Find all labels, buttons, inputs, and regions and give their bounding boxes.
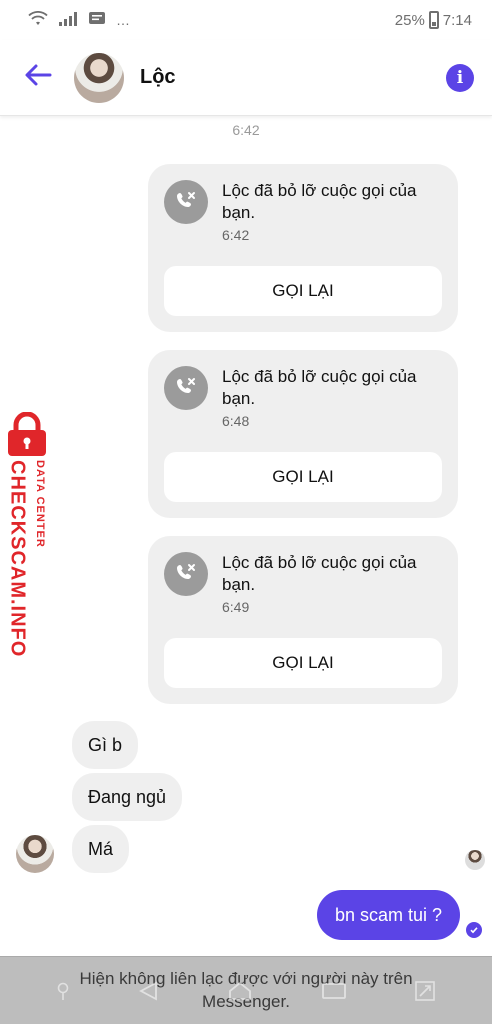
missed-call-icon bbox=[164, 552, 208, 596]
incoming-message[interactable]: Đang ngủ bbox=[72, 773, 183, 821]
watermark: CHECKSCAM.INFO DATA CENTER bbox=[2, 411, 54, 658]
missed-call-text: Lộc đã bỏ lỡ cuộc gọi của bạn. bbox=[222, 367, 417, 408]
info-button[interactable]: i bbox=[446, 63, 474, 92]
back-button[interactable] bbox=[18, 58, 58, 98]
signal-icon bbox=[58, 11, 78, 30]
watermark-sub-text: DATA CENTER bbox=[34, 460, 46, 548]
location-icon[interactable] bbox=[56, 981, 70, 1006]
info-icon: i bbox=[456, 67, 464, 88]
battery-icon bbox=[428, 11, 439, 29]
battery-percent: 25% bbox=[394, 11, 425, 29]
conversation-time: 6:42 bbox=[232, 122, 260, 138]
incoming-message[interactable]: Má bbox=[72, 825, 130, 873]
contact-name[interactable]: Lộc bbox=[140, 66, 446, 89]
more-icon: … bbox=[116, 12, 130, 28]
contact-avatar[interactable] bbox=[74, 52, 124, 103]
incoming-message[interactable]: Gì b bbox=[72, 721, 139, 769]
wifi-icon bbox=[28, 10, 48, 30]
missed-call-card: Lộc đã bỏ lỡ cuộc gọi của bạn. 6:48 GỌI … bbox=[148, 350, 458, 518]
call-back-button[interactable]: GỌI LẠI bbox=[164, 266, 442, 316]
seen-indicator-avatar bbox=[465, 850, 485, 870]
lock-icon bbox=[4, 411, 50, 458]
sender-avatar[interactable] bbox=[16, 835, 54, 873]
message-notification-icon bbox=[88, 11, 106, 30]
missed-call-icon bbox=[164, 366, 208, 410]
expand-icon[interactable] bbox=[414, 980, 436, 1007]
check-icon bbox=[466, 922, 482, 938]
call-back-button[interactable]: GỌI LẠI bbox=[164, 638, 442, 688]
missed-call-card: Lộc đã bỏ lỡ cuộc gọi của bạn. 6:42 GỌI … bbox=[148, 164, 458, 332]
status-icons-left: … bbox=[28, 10, 130, 30]
missed-call-time: 6:48 bbox=[222, 413, 250, 429]
watermark-main-text: CHECKSCAM.INFO bbox=[6, 460, 29, 658]
missed-call-icon bbox=[164, 180, 208, 224]
arrow-left-icon bbox=[24, 63, 52, 92]
outgoing-message[interactable]: bn scam tui ? bbox=[316, 890, 460, 940]
call-back-button[interactable]: GỌI LẠI bbox=[164, 452, 442, 502]
recents-icon[interactable] bbox=[321, 981, 347, 1006]
missed-call-text: Lộc đã bỏ lỡ cuộc gọi của bạn. bbox=[222, 181, 417, 222]
clock: 7:14 bbox=[442, 11, 472, 29]
missed-call-text: Lộc đã bỏ lỡ cuộc gọi của bạn. bbox=[222, 553, 417, 594]
conversation-header: Lộc i bbox=[0, 40, 492, 116]
back-triangle-icon[interactable] bbox=[137, 980, 159, 1007]
missed-call-time: 6:42 bbox=[222, 227, 250, 243]
status-bar: … 25% 7:14 bbox=[0, 0, 492, 40]
status-icons-right: 25% 7:14 bbox=[395, 11, 472, 29]
missed-call-card: Lộc đã bỏ lỡ cuộc gọi của bạn. 6:49 GỌI … bbox=[148, 536, 458, 704]
home-icon[interactable] bbox=[227, 980, 253, 1007]
missed-call-time: 6:49 bbox=[222, 599, 250, 615]
